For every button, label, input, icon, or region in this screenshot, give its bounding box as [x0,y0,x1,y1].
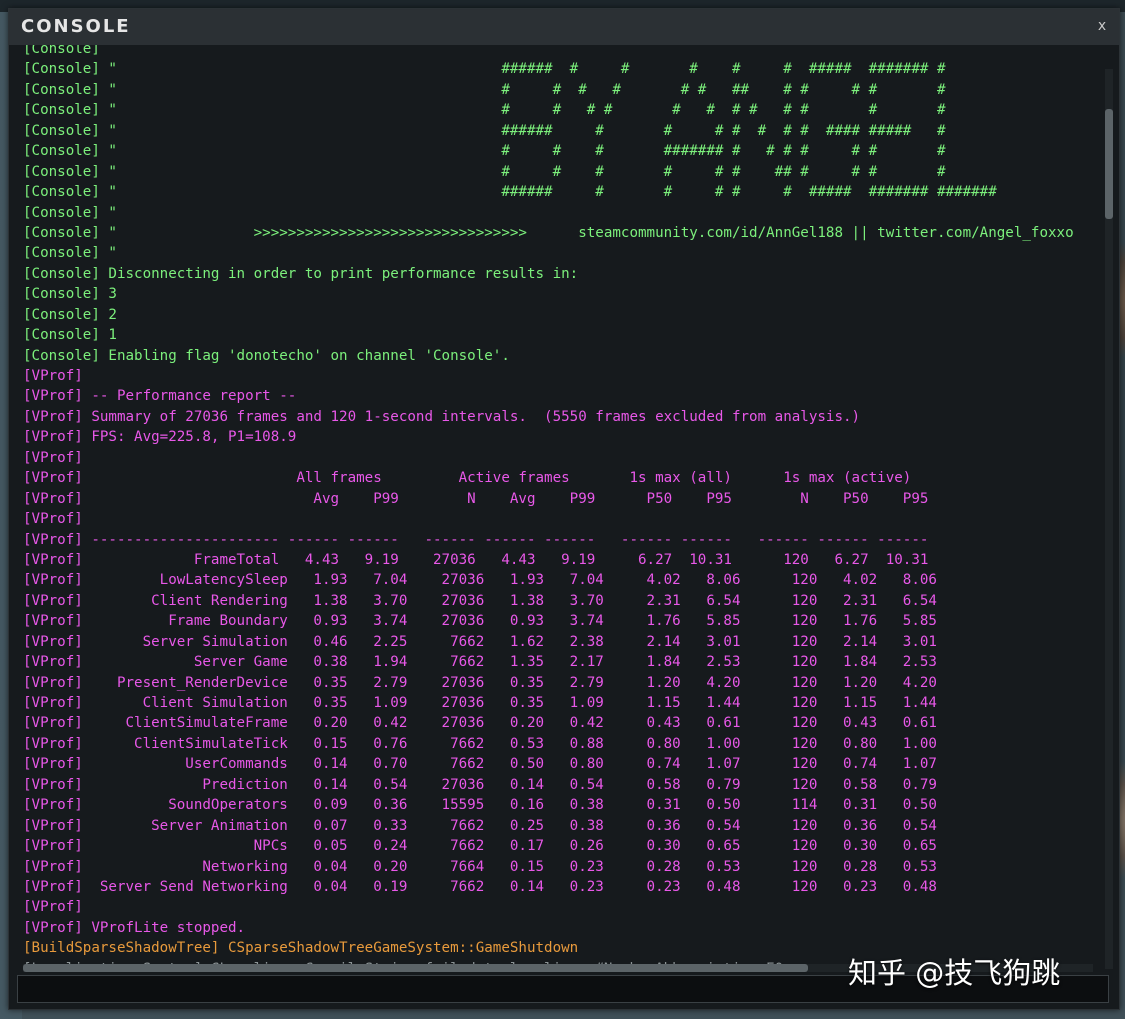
log-line: [Console] " >>>>>>>>>>>>>>>>>>>>>>>>>>>>… [23,224,1074,241]
vertical-scrollbar-thumb[interactable] [1105,109,1113,219]
log-line: [Console] " ###### # # # # # ##### #####… [23,61,946,78]
log-line: [VProf] Present_RenderDevice 0.35 2.79 2… [23,674,937,691]
log-line: [VProf] Server Game 0.38 1.94 7662 1.35 … [23,654,937,671]
log-line: [Console] [23,45,100,57]
console-title: CONSOLE [21,16,131,37]
log-line: [VProf] Client Rendering 1.38 3.70 27036… [23,592,937,609]
log-line: [VProf] [23,899,83,916]
log-line: [VProf] Server Animation 0.07 0.33 7662 … [23,817,937,834]
log-line: [Console] " [23,245,117,262]
log-line: [Console] 1 [23,327,117,344]
log-line: [Console] 3 [23,286,117,303]
log-line: [VProf] Avg P99 N Avg P99 P50 P95 N P50 … [23,490,929,507]
log-line: [VProf] Networking 0.04 0.20 7664 0.15 0… [23,858,937,875]
log-line: [VProf] FrameTotal 4.43 9.19 27036 4.43 … [23,551,929,568]
log-line: [VProf] Server Send Networking 0.04 0.19… [23,878,937,895]
log-line: [VProf] All frames Active frames 1s max … [23,470,912,487]
log-line: [Console] " # # # ####### # # # # # # # [23,143,946,160]
log-line: [Console] " # # # # # # ## # # # # [23,163,946,180]
log-line: [VProf] FPS: Avg=225.8, P1=108.9 [23,429,297,446]
log-line: [VProf] VProfLite stopped. [23,919,246,936]
log-line: [VProf] -- Performance report -- [23,388,297,405]
log-line: [Console] 2 [23,306,117,323]
watermark: 知乎 @技飞狗跳 [848,956,1061,990]
log-line: [Console] " [23,204,117,221]
log-line: [VProf] Client Simulation 0.35 1.09 2703… [23,695,937,711]
log-line: [VProf] Summary of 27036 frames and 120 … [23,408,861,425]
log-line: [VProf] Frame Boundary 0.93 3.74 27036 0… [23,613,937,630]
log-line: [VProf] UserCommands 0.14 0.70 7662 0.50… [23,756,937,773]
close-icon[interactable]: x [1093,17,1111,35]
log-line: [Console] " # # # # # # # # # # # # [23,102,946,119]
console-log: [Console] [Console] " ###### # # # # # ##… [23,45,1093,971]
log-line: [Console] " ###### # # # # # ##### #####… [23,184,997,201]
log-line: [VProf] [23,511,83,528]
console-titlebar[interactable]: CONSOLE x [9,9,1119,45]
log-line: [Console] " # # # # # # ## # # # # # [23,81,946,98]
log-line: [Console] Disconnecting in order to prin… [23,265,579,282]
log-line: [VProf] [23,449,83,466]
log-line: [Console] " ###### # # # # # # # #### ##… [23,122,946,139]
log-line: [VProf] ---------------------- ------ --… [23,531,929,548]
log-line: [VProf] ClientSimulateFrame 0.20 0.42 27… [23,715,937,732]
horizontal-scrollbar-thumb[interactable] [23,964,808,972]
log-line: [VProf] NPCs 0.05 0.24 7662 0.17 0.26 0.… [23,838,937,855]
log-line: [VProf] Server Simulation 0.46 2.25 7662… [23,633,937,650]
log-line: [VProf] [23,368,83,384]
vertical-scrollbar[interactable] [1105,69,1113,969]
log-line: [Console] Enabling flag 'donotecho' on c… [23,347,510,364]
log-line: [VProf] LowLatencySleep 1.93 7.04 27036 … [23,572,937,589]
log-line: [VProf] SoundOperators 0.09 0.36 15595 0… [23,797,937,814]
log-line: [VProf] Prediction 0.14 0.54 27036 0.14 … [23,776,937,793]
log-line: [VProf] ClientSimulateTick 0.15 0.76 766… [23,735,937,752]
console-log-lines: [Console] [Console] " ###### # # # # # ##… [23,45,1074,971]
console-window: CONSOLE x [Console] [Console] " ###### # … [8,8,1120,1010]
